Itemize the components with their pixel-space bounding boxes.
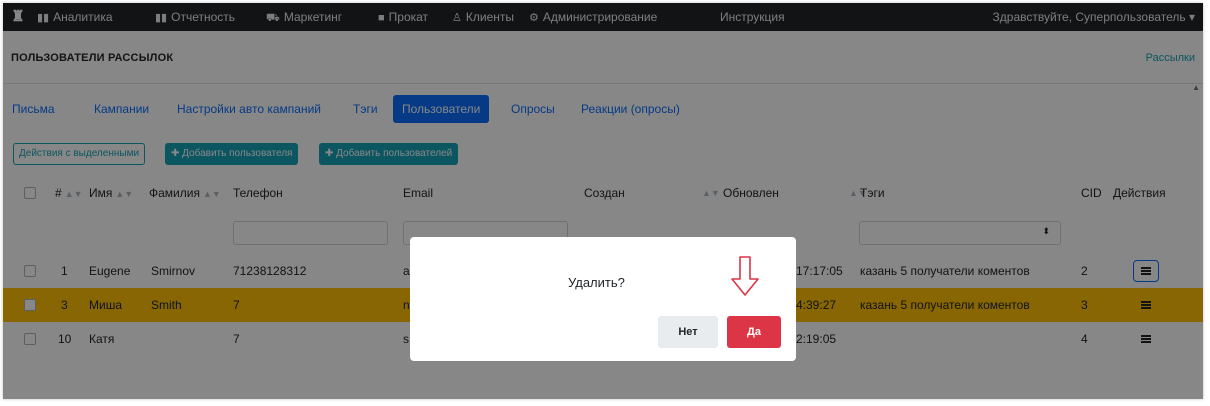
confirm-delete-dialog: Удалить? Нет Да xyxy=(410,237,796,361)
down-arrow-icon xyxy=(731,256,759,296)
dialog-question: Удалить? xyxy=(568,275,625,290)
cancel-button[interactable]: Нет xyxy=(658,316,718,348)
confirm-delete-button[interactable]: Да xyxy=(727,316,781,348)
app-window: ♜ ▮▮ Аналитика ▮▮ Отчетность ⛟ Маркетинг ■ П… xyxy=(3,3,1203,399)
